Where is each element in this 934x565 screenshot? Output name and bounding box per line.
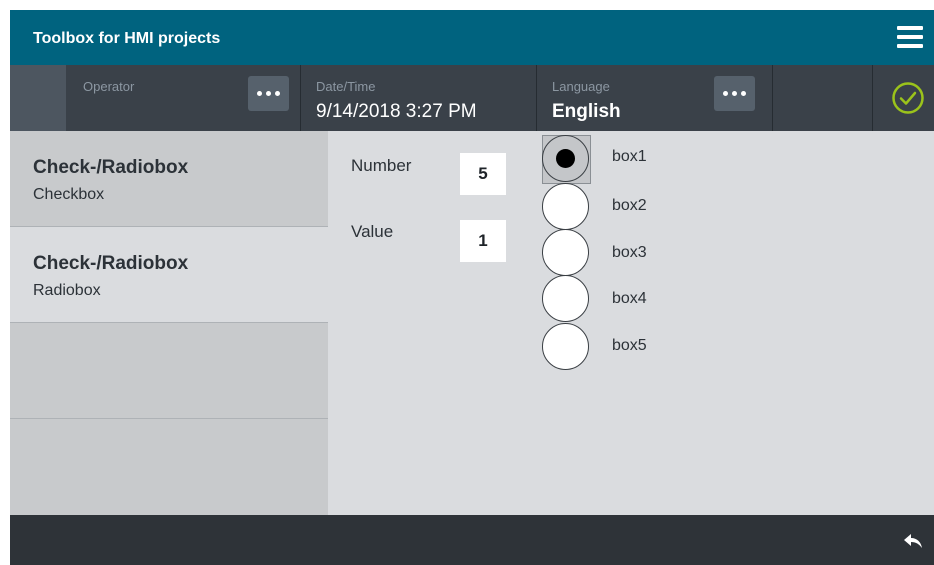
datetime-value: 9/14/2018 3:27 PM	[316, 101, 477, 122]
sidebar: Check-/Radiobox Checkbox Check-/Radiobox…	[10, 131, 328, 515]
language-value: English	[552, 101, 621, 122]
sidebar-item-label: Check-/Radiobox	[33, 157, 189, 178]
radio-selected-dot	[556, 149, 575, 168]
value-label: Value	[351, 222, 394, 241]
radio-box4[interactable]	[542, 275, 589, 322]
sidebar-item-empty-1[interactable]	[10, 323, 328, 419]
sidebar-item-label: Check-/Radiobox	[33, 253, 189, 274]
radio-label-box3: box3	[612, 244, 647, 261]
sidebar-item-sublabel: Radiobox	[33, 282, 101, 299]
main-content: Number 5 Value 1 box1 box2 box3 box4 box…	[328, 131, 934, 515]
hamburger-menu-icon[interactable]	[897, 26, 923, 48]
language-label: Language	[552, 79, 610, 94]
radio-box5[interactable]	[542, 323, 589, 370]
number-field[interactable]: 5	[460, 153, 506, 195]
footer-bar	[10, 515, 934, 565]
value-field[interactable]: 1	[460, 220, 506, 262]
language-field: Language English	[537, 65, 772, 131]
operator-field: Operator	[66, 65, 300, 131]
radio-label-box2: box2	[612, 197, 647, 214]
back-arrow-icon[interactable]	[903, 533, 923, 549]
datetime-field: Date/Time 9/14/2018 3:27 PM	[301, 65, 536, 131]
sidebar-item-checkbox[interactable]: Check-/Radiobox Checkbox	[10, 131, 328, 227]
language-more-button[interactable]	[714, 76, 755, 111]
radio-label-box5: box5	[612, 337, 647, 354]
sidebar-item-sublabel: Checkbox	[33, 186, 105, 203]
operator-more-button[interactable]	[248, 76, 289, 111]
radio-label-box4: box4	[612, 290, 647, 307]
info-bar: Operator Date/Time 9/14/2018 3:27 PM Lan…	[10, 65, 934, 131]
radio-box1[interactable]	[542, 135, 589, 182]
user-indicator	[10, 65, 66, 131]
sidebar-item-radiobox[interactable]: Check-/Radiobox Radiobox	[10, 227, 328, 323]
radio-box3[interactable]	[542, 229, 589, 276]
app-title: Toolbox for HMI projects	[33, 30, 221, 47]
operator-label: Operator	[83, 79, 135, 94]
number-label: Number	[351, 156, 412, 175]
radio-label-box1: box1	[612, 148, 647, 165]
radio-box2[interactable]	[542, 183, 589, 230]
datetime-label: Date/Time	[316, 79, 376, 94]
sidebar-item-empty-2[interactable]	[10, 419, 328, 515]
title-bar: Toolbox for HMI projects	[10, 10, 934, 65]
check-circle-icon	[892, 82, 924, 114]
